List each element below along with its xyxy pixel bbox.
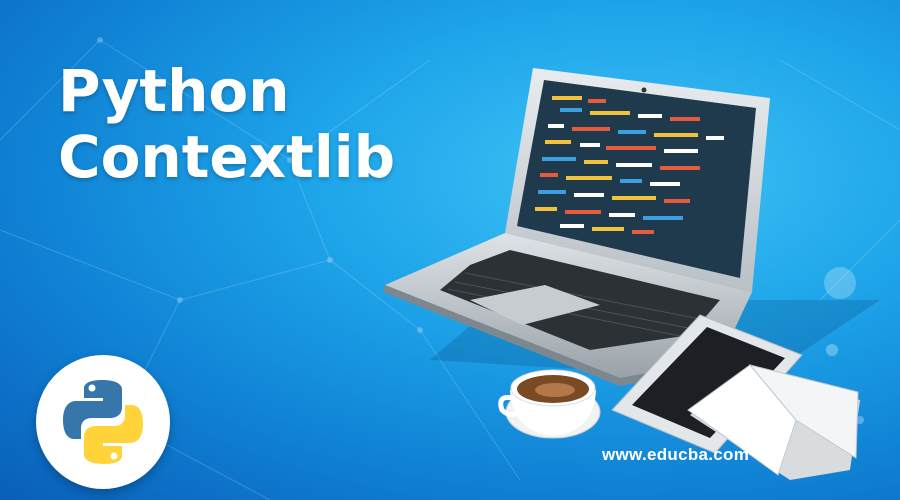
coffee-cup-illustration [498,369,601,439]
python-logo-icon [63,380,143,464]
banner: Python Contextlib www.educba.com [0,0,900,500]
python-logo [36,355,170,489]
site-url[interactable]: www.educba.com [602,445,749,465]
laptop-illustration [383,68,880,386]
